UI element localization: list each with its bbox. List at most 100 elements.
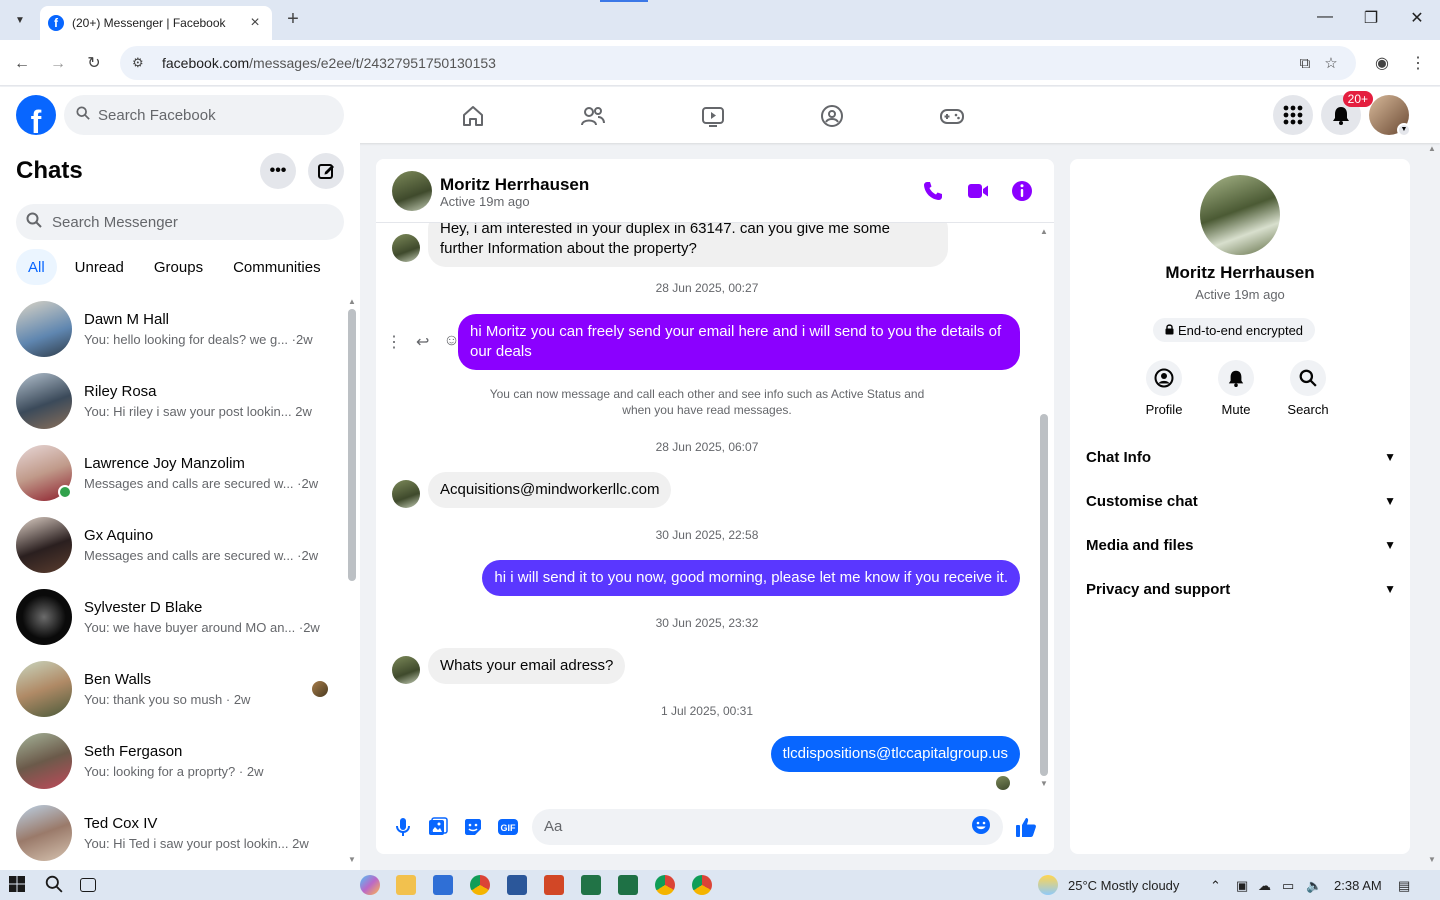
- profile-icon[interactable]: [1146, 360, 1182, 396]
- chat-list-scrollbar[interactable]: [348, 309, 356, 581]
- tray-volume-icon[interactable]: 🔈: [1306, 878, 1322, 894]
- voice-call-icon[interactable]: [921, 179, 945, 203]
- section-customise-chat[interactable]: Customise chat ▼: [1086, 479, 1396, 523]
- file-explorer-icon[interactable]: [396, 875, 416, 895]
- attach-photo-icon[interactable]: [421, 809, 456, 845]
- page-scroll-up-icon[interactable]: ▲: [1428, 144, 1436, 153]
- contact-name[interactable]: Moritz Herrhausen: [440, 175, 589, 195]
- reload-icon[interactable]: ↻: [82, 52, 106, 76]
- browser-menu-kebab-icon[interactable]: ⋮: [1406, 52, 1430, 76]
- message-input[interactable]: Aa: [531, 808, 1003, 845]
- messenger-search-input[interactable]: Search Messenger: [16, 204, 344, 240]
- chat-list-item[interactable]: Gx Aquino Messages and calls are secured …: [0, 509, 344, 581]
- excel-icon[interactable]: [581, 875, 601, 895]
- more-options-icon[interactable]: •••: [260, 153, 296, 189]
- back-arrow-icon[interactable]: ←: [10, 52, 34, 76]
- tray-device-icon[interactable]: ▣: [1236, 878, 1248, 894]
- contact-profile-picture[interactable]: [1200, 175, 1280, 255]
- chat-list-item[interactable]: Lawrence Joy Manzolim Messages and calls …: [0, 437, 344, 509]
- section-privacy-support[interactable]: Privacy and support ▼: [1086, 567, 1396, 611]
- task-view-icon[interactable]: [80, 878, 96, 892]
- filter-communities[interactable]: Communities: [221, 249, 333, 285]
- address-bar[interactable]: ⚙ facebook.com/messages/e2ee/t/243279517…: [120, 46, 1356, 80]
- nav-friends-icon[interactable]: [573, 101, 613, 131]
- mute-action[interactable]: Mute: [1218, 360, 1254, 417]
- filter-groups[interactable]: Groups: [142, 249, 215, 285]
- chat-list-item[interactable]: Riley Rosa You: Hi riley i saw your post …: [0, 365, 344, 437]
- nav-gaming-icon[interactable]: [932, 101, 972, 131]
- publisher-icon[interactable]: [618, 875, 638, 895]
- section-media-files[interactable]: Media and files ▼: [1086, 523, 1396, 567]
- forward-arrow-icon[interactable]: →: [46, 52, 70, 76]
- menu-grid-icon[interactable]: [1273, 95, 1313, 135]
- store-icon[interactable]: [433, 875, 453, 895]
- chrome-icon[interactable]: [692, 875, 712, 895]
- nav-video-icon[interactable]: [693, 101, 733, 131]
- window-close-icon[interactable]: ✕: [1403, 8, 1431, 28]
- outgoing-message[interactable]: hi Moritz you can freely send your email…: [458, 314, 1020, 370]
- chat-list-item[interactable]: Ted Cox IV You: Hi Ted i saw your post lo…: [0, 797, 344, 869]
- clock-time[interactable]: 2:38 AM: [1334, 878, 1382, 893]
- chrome-icon[interactable]: [470, 875, 490, 895]
- browser-tab-messenger[interactable]: f (20+) Messenger | Facebook ×: [40, 6, 272, 40]
- encryption-badge[interactable]: End-to-end encrypted: [1153, 318, 1316, 342]
- scroll-up-arrow-icon[interactable]: ▲: [1040, 227, 1048, 236]
- tray-cloud-icon[interactable]: ☁: [1258, 878, 1271, 894]
- restore-icon[interactable]: ❐: [1357, 8, 1385, 28]
- chat-list-item[interactable]: Ben Walls You: thank you so mush · 2w: [0, 653, 344, 725]
- thread-scrollbar[interactable]: [1040, 414, 1048, 776]
- weather-cloud-icon[interactable]: [1038, 875, 1058, 895]
- account-chevron-icon[interactable]: ▼: [1397, 123, 1411, 137]
- windows-start-icon[interactable]: [8, 875, 28, 895]
- like-thumbs-up-icon[interactable]: [1009, 809, 1044, 845]
- reply-icon[interactable]: ↩: [416, 332, 429, 352]
- filter-all[interactable]: All: [16, 249, 57, 285]
- bookmark-star-icon[interactable]: ☆: [1318, 54, 1344, 72]
- incoming-message[interactable]: Acquisitions@mindworkerllc.com: [428, 472, 672, 508]
- notification-center-icon[interactable]: ▤: [1398, 878, 1410, 894]
- chat-list-item[interactable]: Seth Fergason You: looking for a proprty?…: [0, 725, 344, 797]
- notifications-bell-icon[interactable]: 20+: [1321, 91, 1373, 135]
- site-settings-icon[interactable]: ⚙: [132, 55, 152, 71]
- scroll-down-arrow-icon[interactable]: ▼: [348, 855, 356, 864]
- chrome-icon[interactable]: [655, 875, 675, 895]
- filter-unread[interactable]: Unread: [63, 249, 136, 285]
- incoming-message[interactable]: Whats your email adress?: [428, 648, 626, 684]
- conversation-info-icon[interactable]: [1010, 179, 1034, 203]
- tab-list-chevron-icon[interactable]: ▼: [8, 8, 32, 32]
- nav-home-icon[interactable]: [453, 101, 493, 131]
- tray-chevron-icon[interactable]: ⌃: [1210, 878, 1221, 894]
- emoji-picker-icon[interactable]: [971, 815, 991, 838]
- page-scroll-down-icon[interactable]: ▼: [1428, 855, 1436, 864]
- chat-list-item[interactable]: Dawn M Hall You: hello looking for deals?…: [0, 293, 344, 365]
- account-avatar[interactable]: ▼: [1369, 95, 1411, 137]
- tray-network-icon[interactable]: ▭: [1282, 878, 1294, 894]
- powerpoint-icon[interactable]: [544, 875, 564, 895]
- url-text[interactable]: facebook.com/messages/e2ee/t/24327951750…: [162, 55, 1292, 71]
- voice-clip-icon[interactable]: [386, 809, 421, 845]
- taskbar-search-icon[interactable]: [45, 875, 65, 895]
- facebook-search-input[interactable]: Search Facebook: [64, 95, 344, 135]
- facebook-logo-icon[interactable]: f: [16, 95, 56, 135]
- video-call-icon[interactable]: [966, 179, 990, 203]
- contact-name[interactable]: Moritz Herrhausen: [1070, 263, 1410, 283]
- gif-icon[interactable]: GIF: [491, 809, 526, 845]
- profile-action[interactable]: Profile: [1146, 360, 1182, 417]
- sticker-icon[interactable]: [456, 809, 491, 845]
- copilot-icon[interactable]: [360, 875, 380, 895]
- new-tab-plus-icon[interactable]: +: [282, 8, 304, 31]
- more-kebab-icon[interactable]: ⋮: [386, 332, 402, 352]
- nav-groups-icon[interactable]: [812, 101, 852, 131]
- section-chat-info[interactable]: Chat Info ▼: [1086, 435, 1396, 479]
- scroll-up-arrow-icon[interactable]: ▲: [348, 297, 356, 306]
- tab-close-icon[interactable]: ×: [246, 14, 264, 32]
- word-icon[interactable]: [507, 875, 527, 895]
- search-icon[interactable]: [1290, 360, 1326, 396]
- outgoing-message[interactable]: tlcdispositions@tlccapitalgroup.us: [770, 736, 1020, 772]
- contact-avatar[interactable]: [392, 171, 432, 211]
- outgoing-message[interactable]: hi i will send it to you now, good morni…: [482, 560, 1020, 596]
- bell-icon[interactable]: [1218, 360, 1254, 396]
- scroll-down-arrow-icon[interactable]: ▼: [1040, 779, 1048, 788]
- profile-account-icon[interactable]: ◉: [1370, 52, 1394, 76]
- chat-list-item[interactable]: Sylvester D Blake You: we have buyer arou…: [0, 581, 344, 653]
